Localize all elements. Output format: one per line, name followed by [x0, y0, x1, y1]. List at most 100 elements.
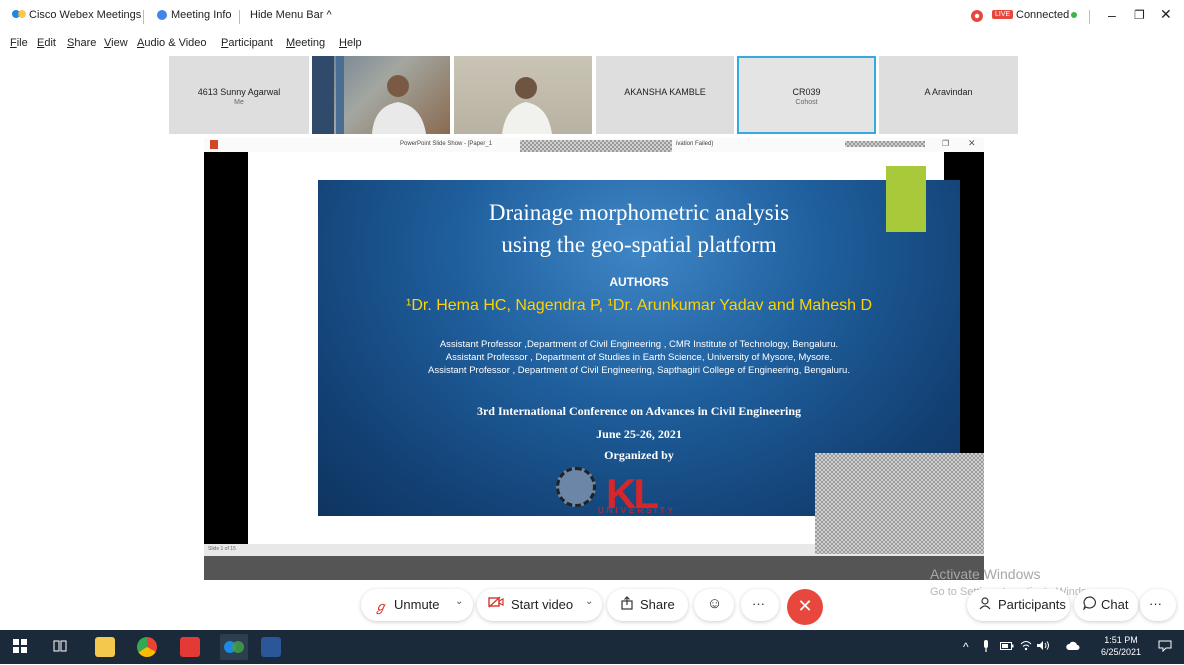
participant-tile-active[interactable]: CR039 Cohost — [737, 56, 876, 134]
chevron-down-icon[interactable]: ⌄ — [585, 596, 593, 607]
slide-dates: June 25-26, 2021 — [596, 427, 682, 441]
muted-mic-icon: ℊ — [374, 599, 388, 614]
end-meeting-button[interactable]: ✕ — [787, 589, 823, 625]
divider — [239, 10, 240, 24]
info-icon — [156, 9, 168, 24]
recording-icon — [970, 9, 984, 26]
slide-affiliation: Assistant Professor , Department of Stud… — [445, 352, 833, 363]
menu-share[interactable]: Share — [67, 37, 96, 49]
menu-file[interactable]: File — [10, 37, 28, 49]
participant-tile[interactable]: AKANSHA KAMBLE — [596, 56, 734, 134]
live-badge: LIVE — [992, 10, 1014, 19]
windows-taskbar: ^ 1:51 PM 6/25/2021 — [0, 630, 1184, 664]
menu-view[interactable]: View — [104, 37, 128, 49]
person-video-icon — [312, 56, 426, 134]
hide-menu-bar-label: Hide Menu Bar — [250, 9, 324, 21]
participant-video-tile[interactable] — [454, 56, 592, 134]
acrobat-icon[interactable] — [180, 637, 200, 657]
hide-menu-bar-button[interactable]: Hide Menu Bar ^ — [250, 9, 332, 21]
menu-help[interactable]: Help — [339, 37, 362, 49]
redacted-region — [815, 453, 984, 554]
activate-windows-title: Activate Windows — [930, 566, 1041, 582]
windows-start-icon[interactable] — [13, 639, 27, 653]
participant-name: AKANSHA KAMBLE — [624, 87, 706, 97]
webex-logo-icon — [11, 9, 27, 22]
chat-button[interactable]: Chat — [1074, 589, 1138, 621]
menu-bar: File Edit Share View Audio & Video Parti… — [0, 34, 1184, 54]
chat-icon — [1082, 596, 1097, 613]
notifications-icon[interactable] — [1158, 640, 1172, 655]
clock-date: 6/25/2021 — [1101, 647, 1142, 657]
webex-taskbar-icon[interactable] — [220, 634, 248, 660]
share-label: Share — [640, 597, 675, 612]
slide-conference: 3rd International Conference on Advances… — [476, 404, 802, 418]
slide-authors-heading: AUTHORS — [609, 275, 669, 289]
participant-tile[interactable]: A Aravindan — [879, 56, 1018, 134]
clock-time: 1:51 PM — [1104, 635, 1138, 645]
chevron-up-icon[interactable]: ^ — [963, 640, 969, 654]
divider — [143, 10, 144, 24]
share-button[interactable]: Share — [607, 589, 688, 621]
start-video-label: Start video — [511, 597, 574, 612]
restore-icon: ❐ — [942, 139, 950, 148]
panel-more-button[interactable]: ··· — [1140, 589, 1176, 621]
app-name: Cisco Webex Meetings — [29, 9, 142, 21]
university-seal-icon — [556, 467, 596, 507]
participants-icon — [979, 596, 993, 613]
restore-icon[interactable]: ❐ — [1134, 8, 1145, 22]
system-clock[interactable]: 1:51 PM 6/25/2021 — [1101, 634, 1141, 658]
file-explorer-icon[interactable] — [95, 637, 115, 657]
participant-video-tile[interactable] — [312, 56, 450, 134]
redacted-region — [845, 141, 925, 147]
presenter-strip — [204, 556, 984, 580]
slide-status: Slide 1 of 15 — [208, 546, 236, 552]
chevron-up-icon: ^ — [326, 9, 332, 21]
smiley-icon: ☺ — [707, 595, 723, 612]
connection-status[interactable]: Connected — [1016, 9, 1069, 21]
minimize-icon[interactable]: – — [1108, 7, 1116, 23]
slide-accent-block — [886, 166, 926, 232]
chrome-icon[interactable] — [137, 637, 157, 657]
wifi-icon[interactable] — [1020, 640, 1032, 654]
powerpoint-icon — [210, 140, 218, 149]
kl-logo-subtitle: UNIVERSITY — [598, 506, 677, 515]
more-icon: ··· — [1149, 596, 1162, 611]
reactions-button[interactable]: ☺ — [694, 589, 734, 621]
person-video-icon — [502, 77, 552, 134]
redacted-region — [520, 140, 672, 152]
menu-meeting[interactable]: Meeting — [286, 37, 325, 49]
battery-icon[interactable] — [1000, 640, 1014, 654]
participant-name: A Aravindan — [924, 87, 973, 97]
chevron-down-icon[interactable]: ⌄ — [455, 596, 463, 607]
unmute-label: Unmute — [394, 597, 440, 612]
menu-edit[interactable]: Edit — [37, 37, 56, 49]
participants-button[interactable]: Participants — [967, 589, 1070, 621]
divider — [1089, 10, 1090, 24]
more-options-button[interactable]: ··· — [741, 589, 779, 621]
microphone-icon[interactable] — [982, 640, 990, 655]
participant-role: Cohost — [795, 99, 818, 106]
cloud-icon[interactable] — [1066, 640, 1080, 654]
unmute-button[interactable]: ℊ Unmute ⌄ — [361, 589, 473, 621]
task-view-icon[interactable] — [53, 639, 67, 653]
slide-title-line-2: using the geo-spatial platform — [501, 232, 777, 257]
close-icon: ✕ — [968, 138, 976, 148]
participant-tile[interactable]: 4613 Sunny Agarwal Me — [169, 56, 309, 134]
connected-dot-icon — [1071, 12, 1077, 18]
menu-audio-video[interactable]: Audio & Video — [137, 37, 207, 49]
slide-affiliation: Assistant Professor , Department of Civi… — [428, 365, 850, 376]
close-icon[interactable]: ✕ — [1160, 6, 1172, 23]
slide-authors: ¹Dr. Hema HC, Nagendra P, ¹Dr. Arunkumar… — [406, 297, 872, 314]
word-icon[interactable] — [261, 637, 281, 657]
more-icon: ··· — [752, 596, 765, 611]
volume-icon[interactable] — [1036, 640, 1050, 654]
menu-participant[interactable]: Participant — [221, 37, 273, 49]
chat-label: Chat — [1101, 597, 1129, 612]
slide-affiliation: Assistant Professor ,Department of Civil… — [439, 339, 839, 350]
meeting-info-button[interactable]: Meeting Info — [171, 9, 232, 21]
participant-role: Me — [234, 99, 244, 106]
window-title-tail: ivation Failed) — [676, 141, 714, 147]
start-video-button[interactable]: Start video ⌄ — [477, 589, 602, 621]
participants-label: Participants — [998, 597, 1066, 612]
window-title: PowerPoint Slide Show - [Paper_1 — [400, 141, 493, 147]
